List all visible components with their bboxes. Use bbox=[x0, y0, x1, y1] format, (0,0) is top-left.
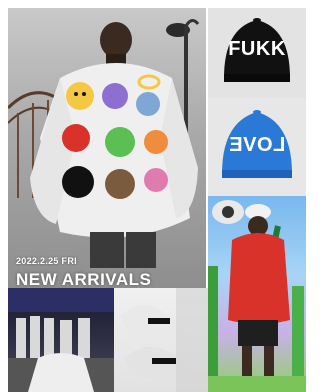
hero-image[interactable]: 2022.2.25 FRI NEW ARRIVALS bbox=[8, 8, 206, 288]
store-interior-image[interactable] bbox=[8, 288, 114, 392]
cap-black-image[interactable]: FUKK bbox=[208, 8, 306, 98]
sneakers-illustration bbox=[120, 288, 208, 392]
sun-patch-icon bbox=[66, 82, 94, 110]
model-illustration bbox=[30, 22, 198, 268]
sneakers-image[interactable] bbox=[114, 288, 208, 392]
brown-x-patch-icon bbox=[105, 169, 135, 199]
cap-blue-text: LOVE bbox=[228, 134, 286, 156]
cap-black-text: FUKK bbox=[228, 38, 286, 60]
black-fang-patch-icon bbox=[62, 166, 94, 198]
date-text: 2022.2.25 FRI bbox=[16, 256, 77, 266]
pink-patch-icon bbox=[144, 168, 168, 192]
media-collage: 2022.2.25 FRI NEW ARRIVALS FUKK LOVE bbox=[0, 0, 310, 392]
cap-blue-image[interactable]: LOVE bbox=[208, 98, 306, 196]
blue-face-patch-icon bbox=[136, 92, 160, 116]
green-face-patch-icon bbox=[105, 127, 135, 157]
store-interior-illustration bbox=[8, 288, 114, 392]
orange-face-patch-icon bbox=[144, 130, 168, 154]
devil-patch-icon bbox=[62, 124, 90, 152]
red-hoodie-image[interactable] bbox=[208, 196, 306, 392]
red-outfit-illustration bbox=[208, 200, 306, 392]
purple-face-patch-icon bbox=[102, 83, 128, 109]
headline-new-arrivals: NEW ARRIVALS bbox=[16, 270, 152, 288]
